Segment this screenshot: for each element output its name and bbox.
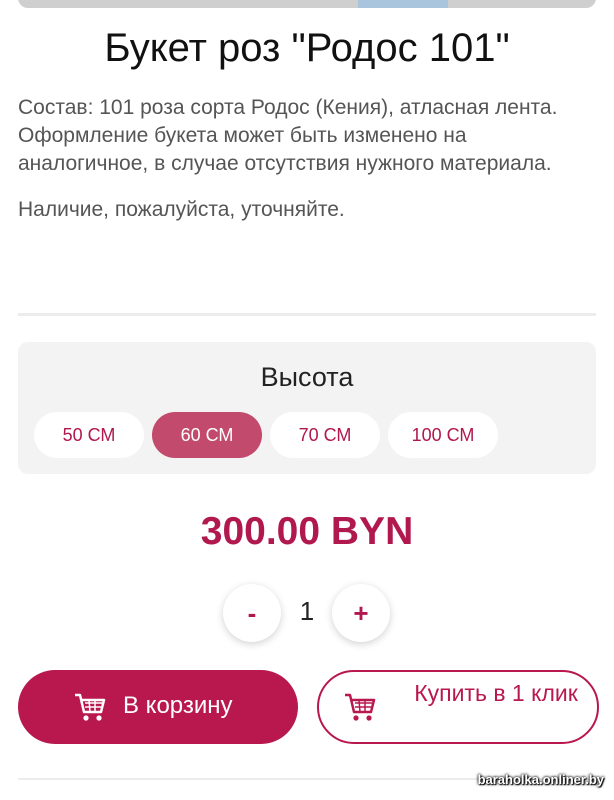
- divider: [18, 313, 596, 316]
- product-description: Состав: 101 роза сорта Родос (Кения), ат…: [18, 94, 588, 224]
- product-price: 300.00 BYN: [200, 510, 414, 553]
- quantity-increase-button[interactable]: +: [332, 584, 390, 642]
- buy-one-click-button[interactable]: Купить в 1 клик: [317, 670, 599, 744]
- height-option-70[interactable]: 70 СМ: [270, 412, 380, 458]
- height-option-100[interactable]: 100 СМ: [388, 412, 498, 458]
- quantity-value: 1: [299, 596, 315, 626]
- buy-one-click-label: Купить в 1 клик: [414, 680, 578, 706]
- height-selector: Высота 50 СМ 60 СМ 70 СМ 100 СМ: [18, 342, 596, 474]
- height-option-50[interactable]: 50 СМ: [34, 412, 144, 458]
- product-title: Букет роз "Родос 101": [104, 26, 510, 70]
- site-watermark: baraholka.onliner.by: [477, 772, 604, 787]
- add-to-cart-button[interactable]: В корзину: [18, 670, 298, 744]
- height-option-60[interactable]: 60 СМ: [152, 412, 262, 458]
- product-image: [18, 0, 596, 8]
- height-title: Высота: [260, 362, 354, 392]
- add-to-cart-label: В корзину: [123, 692, 233, 719]
- shopping-cart-icon: [73, 690, 107, 729]
- quantity-decrease-button[interactable]: -: [223, 584, 281, 642]
- shopping-cart-icon: [343, 690, 377, 729]
- description-note: Оформление букета может быть изменено на…: [18, 124, 552, 175]
- description-composition: Состав: 101 роза сорта Родос (Кения), ат…: [18, 96, 558, 119]
- description-availability: Наличие, пожалуйста, уточняйте.: [18, 198, 345, 221]
